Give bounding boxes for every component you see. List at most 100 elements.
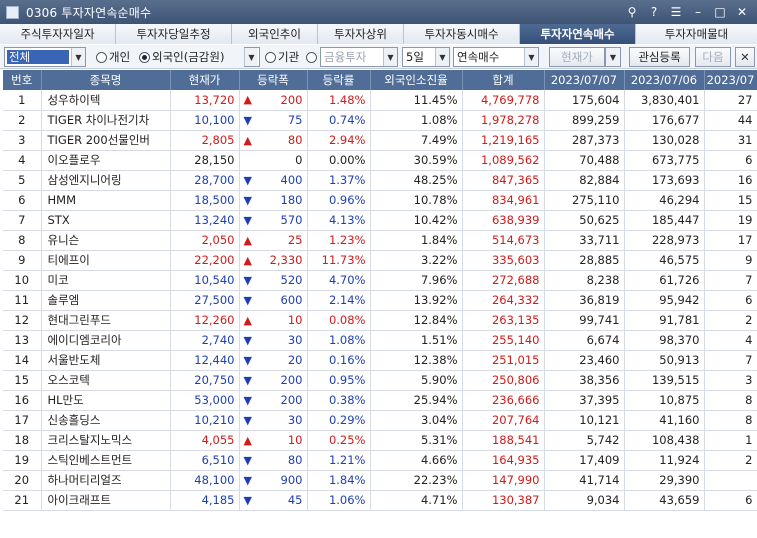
table-row[interactable]: 7 STX 13,240 ▼ 570 4.13% 10.42% 638,939 50,625 18… (3, 210, 757, 231)
cell-name[interactable]: HL만도 (41, 390, 171, 411)
col-header-price[interactable]: 현재가 (170, 70, 240, 90)
cell-name[interactable]: 미코 (41, 270, 171, 291)
table-row[interactable]: 13 에이디엠코리아 2,740 ▼ 30 1.08% 1.51% 255,140 6,674 9… (3, 330, 757, 351)
price-menu-select[interactable]: ▼ (605, 47, 621, 67)
cell-name[interactable]: 티에프이 (41, 250, 171, 271)
tab-investor-top[interactable]: 투자자상위 (318, 24, 404, 44)
col-header-rate[interactable]: 등락률 (307, 70, 371, 90)
table-row[interactable]: 11 솔루엠 27,500 ▼ 600 2.14% 13.92% 264,332 36,819 9… (3, 290, 757, 311)
down-arrow-icon: ▼ (243, 193, 252, 207)
tab-investor-consecutive-buy[interactable]: 투자자연속매수 (520, 24, 636, 44)
next-button[interactable]: 다음 (695, 47, 731, 67)
cell-total: 1,219,165 (462, 130, 545, 151)
cell-name[interactable]: 아이크래프트 (41, 490, 171, 511)
table-row[interactable]: 21 아이크래프트 4,185 ▼ 45 1.06% 4.71% 130,387 9,034 43… (3, 490, 757, 511)
cell-date-1: 50,625 (544, 210, 625, 231)
table-row[interactable]: 6 HMM 18,500 ▼ 180 0.96% 10.78% 834,961 275,110 4… (3, 190, 757, 211)
minimize-icon[interactable]: – (689, 3, 707, 21)
cell-date-2: 98,370 (624, 330, 705, 351)
tab-foreign-trend[interactable]: 외국인추이 (232, 24, 318, 44)
table-row[interactable]: 16 HL만도 53,000 ▼ 200 0.38% 25.94% 236,666 37,395… (3, 390, 757, 411)
data-grid[interactable]: 번호 종목명 현재가 등락폭 등락률 외국인소진율 합계 2023/07/07 … (3, 70, 757, 538)
cell-change: ▼ 570 (239, 210, 308, 231)
pin-icon[interactable]: ⚲ (623, 3, 641, 21)
cell-date-1: 23,460 (544, 350, 625, 371)
table-row[interactable]: 20 하나머티리얼즈 48,100 ▼ 900 1.84% 22.23% 147,990 41,… (3, 470, 757, 491)
help-icon[interactable]: ? (645, 3, 663, 21)
table-row[interactable]: 8 유니슨 2,050 ▲ 25 1.23% 1.84% 514,673 33,711 228,9… (3, 230, 757, 251)
table-row[interactable]: 12 현대그린푸드 12,260 ▲ 10 0.08% 12.84% 263,135 99,74… (3, 310, 757, 331)
col-header-no[interactable]: 번호 (3, 70, 42, 90)
table-row[interactable]: 18 크리스탈지노믹스 4,055 ▲ 10 0.25% 5.31% 188,541 5,742… (3, 430, 757, 451)
chevron-down-icon: ▼ (606, 48, 620, 66)
tab-investor-simultaneous-buy[interactable]: 투자자동시매수 (404, 24, 520, 44)
col-header-foreign[interactable]: 외국인소진율 (370, 70, 463, 90)
cell-name[interactable]: TIGER 200선물인버 (41, 130, 171, 151)
table-row[interactable]: 9 티에프이 22,200 ▲ 2,330 11.73% 3.22% 335,603 28,88… (3, 250, 757, 271)
menu-icon[interactable]: ☰ (667, 3, 685, 21)
change-value: 200 (280, 92, 303, 107)
tab-investor-supply[interactable]: 투자자매물대 (636, 24, 757, 44)
table-row[interactable]: 2 TIGER 차이나전기차 10,100 ▼ 75 0.74% 1.08% 1,978,27… (3, 110, 757, 131)
radio-foreign[interactable]: 외국인(금감원) (139, 47, 224, 67)
cell-name[interactable]: HMM (41, 190, 171, 211)
mode-select[interactable]: 연속매수 ▼ (453, 47, 539, 67)
col-header-total[interactable]: 합계 (462, 70, 545, 90)
cell-no: 6 (3, 190, 42, 211)
table-row[interactable]: 1 성우하이텍 13,720 ▲ 200 1.48% 11.45% 4,769,778 175,… (3, 90, 757, 111)
cell-date-1: 6,674 (544, 330, 625, 351)
tab-investor-today-estimate[interactable]: 투자자당일추정 (116, 24, 232, 44)
maximize-icon[interactable]: □ (711, 3, 729, 21)
radio-institution[interactable]: 기관 (265, 47, 299, 67)
cell-name[interactable]: 성우하이텍 (41, 90, 171, 111)
cell-foreign: 1.51% (370, 330, 463, 351)
table-row[interactable]: 5 삼성엔지니어링 28,700 ▼ 400 1.37% 48.25% 847,365 82,8… (3, 170, 757, 191)
table-row[interactable]: 17 신송홀딩스 10,210 ▼ 30 0.29% 3.04% 207,764 10,121 4… (3, 410, 757, 431)
down-arrow-icon: ▼ (243, 113, 252, 127)
cell-name[interactable]: 삼성엔지니어링 (41, 170, 171, 191)
cell-name[interactable]: 서울반도체 (41, 350, 171, 371)
table-row[interactable]: 10 미코 10,540 ▼ 520 4.70% 7.96% 272,688 8,238 61,7… (3, 270, 757, 291)
cell-name[interactable]: TIGER 차이나전기차 (41, 110, 171, 131)
cell-name[interactable]: 유니슨 (41, 230, 171, 251)
table-row[interactable]: 15 오스코텍 20,750 ▼ 200 0.95% 5.90% 250,806 38,356 1… (3, 370, 757, 391)
cell-name[interactable]: 솔루엠 (41, 290, 171, 311)
radio-individual[interactable]: 개인 (96, 47, 130, 67)
cell-name[interactable]: 이오플로우 (41, 150, 171, 171)
col-header-change[interactable]: 등락폭 (239, 70, 308, 90)
period-select[interactable]: 5일 ▼ (402, 47, 450, 67)
cell-name[interactable]: 스틱인베스트먼트 (41, 450, 171, 471)
close-panel-button[interactable]: ✕ (735, 47, 755, 67)
cell-rate: 0.08% (307, 310, 371, 331)
cell-name[interactable]: 에이디엠코리아 (41, 330, 171, 351)
cell-date-2: 61,726 (624, 270, 705, 291)
radio-institution-type[interactable] (306, 51, 319, 63)
chevron-down-icon: ▼ (71, 48, 85, 66)
foreign-source-select[interactable]: ▼ (244, 47, 260, 67)
cell-rate: 0.29% (307, 410, 371, 431)
cell-date-2: 10,875 (624, 390, 705, 411)
table-row[interactable]: 4 이오플로우 28,150 0 0.00% 30.59% 1,089,562 70,488 6… (3, 150, 757, 171)
market-select[interactable]: 전체 ▼ (4, 47, 86, 67)
change-value: 400 (280, 173, 303, 187)
cell-name[interactable]: 오스코텍 (41, 370, 171, 391)
watchlist-button[interactable]: 관심등록 (629, 47, 690, 67)
change-value: 30 (287, 413, 303, 427)
col-header-date-3[interactable]: 2023/07 (704, 70, 757, 90)
cell-name[interactable]: 현대그린푸드 (41, 310, 171, 331)
close-window-icon[interactable]: ✕ (733, 3, 751, 21)
cell-date-3: 6 (704, 290, 757, 311)
table-row[interactable]: 3 TIGER 200선물인버 2,805 ▲ 80 2.94% 7.49% 1,219,16… (3, 130, 757, 151)
price-button[interactable]: 현재가 (549, 47, 605, 67)
col-header-date-1[interactable]: 2023/07/07 (544, 70, 625, 90)
table-row[interactable]: 14 서울반도체 12,440 ▼ 20 0.16% 12.38% 251,015 23,460… (3, 350, 757, 371)
tab-investor-daily[interactable]: 주식투자자일자 (0, 24, 116, 44)
institution-select[interactable]: 금융투자 ▼ (320, 47, 398, 67)
table-row[interactable]: 19 스틱인베스트먼트 6,510 ▼ 80 1.21% 4.66% 164,935 17,40… (3, 450, 757, 471)
cell-name[interactable]: 하나머티리얼즈 (41, 470, 171, 491)
cell-name[interactable]: 크리스탈지노믹스 (41, 430, 171, 451)
col-header-date-2[interactable]: 2023/07/06 (624, 70, 705, 90)
col-header-name[interactable]: 종목명 (41, 70, 171, 90)
cell-name[interactable]: STX (41, 210, 171, 231)
cell-name[interactable]: 신송홀딩스 (41, 410, 171, 431)
